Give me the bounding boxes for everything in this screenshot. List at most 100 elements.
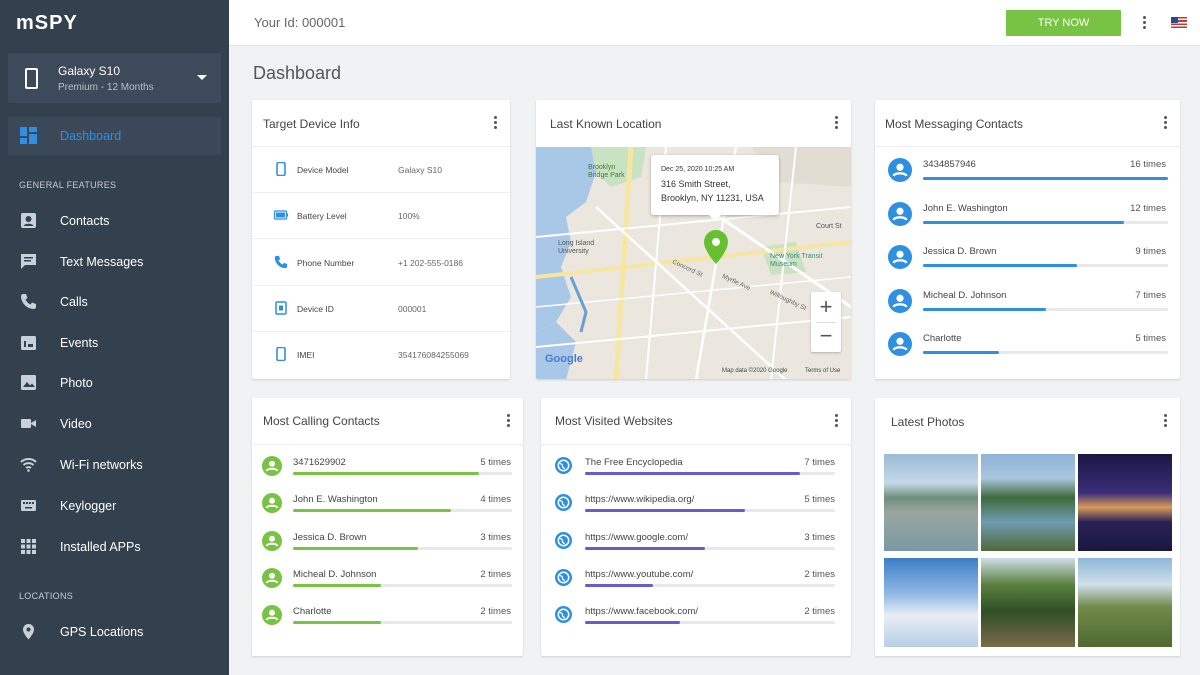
item-name: https://www.facebook.com/ <box>585 606 698 618</box>
list-item[interactable]: Micheal D. Johnson 7 times <box>875 284 1180 324</box>
us-flag-icon[interactable] <box>1171 17 1187 28</box>
smartphone-icon <box>276 162 286 176</box>
apps-grid-icon <box>21 539 36 554</box>
info-key: IMEI <box>297 350 315 360</box>
globe-icon <box>555 457 572 474</box>
info-key: Battery Level <box>297 211 347 221</box>
progress-track <box>923 351 1168 355</box>
item-count: 16 times <box>1130 159 1166 170</box>
sidebar-item-installed-apps[interactable]: Installed APPs <box>0 532 229 562</box>
zoom-in-button[interactable]: + <box>811 294 841 320</box>
info-value: +1 202-555-0186 <box>398 258 463 268</box>
item-name: 3471629902 <box>293 457 346 468</box>
list-item[interactable]: Jessica D. Brown 9 times <box>875 240 1180 280</box>
card-menu-icon[interactable] <box>1164 116 1168 130</box>
dashboard-icon <box>20 127 37 144</box>
item-count: 12 times <box>1130 202 1166 214</box>
sidebar-item-text-messages[interactable]: Text Messages <box>0 247 229 277</box>
sidebar-item-contacts[interactable]: Contacts <box>0 206 229 236</box>
photo-forest-lake[interactable] <box>981 454 1075 551</box>
progress-track <box>585 546 835 550</box>
sidebar-item-video[interactable]: Video <box>0 409 229 439</box>
person-icon <box>262 530 282 551</box>
mspy-logo[interactable]: mSPY <box>16 12 78 35</box>
divider <box>252 444 523 445</box>
map-label: Long Island University <box>558 240 595 255</box>
messaging-contacts-card: Most Messaging Contacts 3434857946 16 tim… <box>875 100 1180 379</box>
list-item[interactable]: 3434857946 16 times <box>875 153 1180 193</box>
info-value: 100% <box>398 211 420 221</box>
person-icon <box>888 332 912 357</box>
calling-contacts-card: Most Calling Contacts 3471629902 5 times J… <box>252 398 523 656</box>
item-name: Micheal D. Johnson <box>923 289 1007 301</box>
photo-sky-clouds[interactable] <box>884 558 978 647</box>
battery-icon <box>273 210 288 220</box>
sidebar: mSPY Galaxy S10 Premium - 12 Months Dash… <box>0 0 229 675</box>
card-menu-icon[interactable] <box>835 116 839 130</box>
person-icon <box>262 567 282 588</box>
sidebar-item-photo[interactable]: Photo <box>0 368 229 398</box>
more-options-icon[interactable] <box>1143 16 1147 30</box>
list-item[interactable]: https://www.google.com/3 times <box>541 527 851 567</box>
list-item[interactable]: Charlotte 5 times <box>875 327 1180 367</box>
sidebar-item-events[interactable]: Events <box>0 328 229 358</box>
card-menu-icon[interactable] <box>1164 414 1168 428</box>
progress-fill <box>585 509 745 513</box>
card-menu-icon[interactable] <box>494 116 498 130</box>
sidebar-item-label: GPS Locations <box>60 625 144 639</box>
list-item[interactable]: https://www.facebook.com/2 times <box>541 601 851 641</box>
progress-track <box>293 472 512 475</box>
sidebar-item-wifi[interactable]: Wi-Fi networks <box>0 450 229 480</box>
item-name: Jessica D. Brown <box>923 246 997 258</box>
progress-fill <box>293 583 381 587</box>
map-pin-icon[interactable] <box>704 230 728 264</box>
progress-fill <box>293 472 480 475</box>
photo-forest-path[interactable] <box>981 558 1075 647</box>
person-icon <box>888 201 912 226</box>
photo-icon <box>21 375 36 390</box>
sidebar-item-label: Keylogger <box>60 499 117 513</box>
list-item[interactable]: John E. Washington 4 times <box>252 489 523 529</box>
message-icon <box>21 254 36 269</box>
photo-mountain-lake[interactable] <box>884 454 978 551</box>
progress-track <box>293 621 512 625</box>
list-item[interactable]: https://www.youtube.com/2 times <box>541 564 851 604</box>
sidebar-item-label: Installed APPs <box>60 540 141 554</box>
item-name: John E. Washington <box>923 202 1008 214</box>
card-menu-icon[interactable] <box>835 414 839 428</box>
try-now-button[interactable]: TRY NOW <box>1006 10 1121 36</box>
device-plan: Premium - 12 Months <box>58 82 154 93</box>
zoom-out-button[interactable]: − <box>811 323 841 349</box>
globe-icon <box>555 494 572 512</box>
progress-fill <box>585 583 653 587</box>
sidebar-item-dashboard[interactable]: Dashboard <box>0 121 229 151</box>
sidebar-item-calls[interactable]: Calls <box>0 287 229 317</box>
list-item[interactable]: 3471629902 5 times <box>252 452 523 492</box>
item-count: 2 times <box>480 568 511 580</box>
list-item[interactable]: Micheal D. Johnson 2 times <box>252 564 523 604</box>
list-item[interactable]: https://www.wikipedia.org/5 times <box>541 489 851 529</box>
photo-night-bridge[interactable] <box>1078 454 1172 551</box>
map-label: New York Transit Museum <box>770 253 823 268</box>
sidebar-item-label: Text Messages <box>60 255 144 269</box>
map[interactable]: Brooklyn Bridge Park Long Island Univers… <box>536 147 851 379</box>
contacts-icon <box>21 213 36 228</box>
list-item[interactable]: John E. Washington 12 times <box>875 197 1180 237</box>
item-name: Charlotte <box>923 333 962 345</box>
list-item[interactable]: The Free Encyclopedia 7 times <box>541 452 851 492</box>
sidebar-item-keylogger[interactable]: Keylogger <box>0 491 229 521</box>
item-count: 4 times <box>480 494 511 506</box>
page-title: Dashboard <box>253 63 342 83</box>
photo-green-valley[interactable] <box>1078 558 1172 647</box>
location-pin-icon <box>23 624 34 640</box>
card-title: Latest Photos <box>891 415 965 429</box>
sidebar-item-gps-locations[interactable]: GPS Locations <box>0 617 229 647</box>
list-item[interactable]: Jessica D. Brown 3 times <box>252 527 523 567</box>
terms-of-use-link[interactable]: Terms of Use <box>805 368 840 374</box>
device-selector[interactable]: Galaxy S10 Premium - 12 Months <box>8 53 221 103</box>
progress-fill <box>923 177 1168 180</box>
location-popup: Dec 25, 2020 10:25 AM 316 Smith Street, … <box>651 155 779 221</box>
card-menu-icon[interactable] <box>507 414 511 428</box>
device-model-row: Device Model Galaxy S10 <box>252 147 510 193</box>
list-item[interactable]: Charlotte 2 times <box>252 601 523 641</box>
